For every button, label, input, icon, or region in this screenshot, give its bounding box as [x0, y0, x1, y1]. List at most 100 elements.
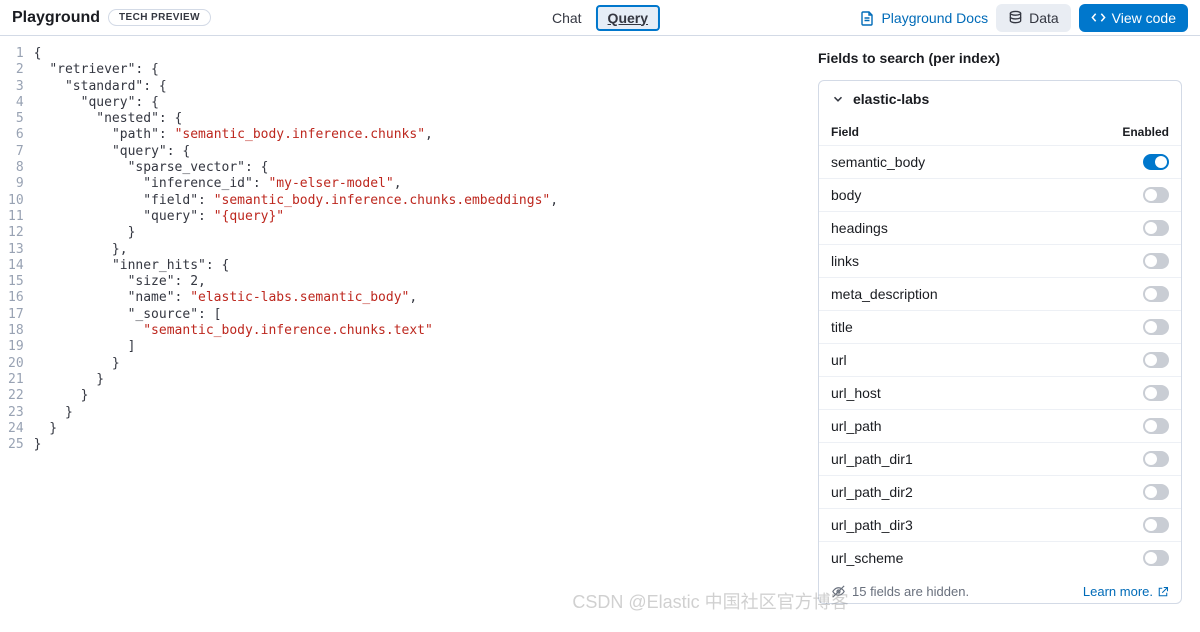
code-line[interactable]: "standard": { — [34, 79, 800, 95]
code-line[interactable]: "query": { — [34, 95, 800, 111]
tab-chat[interactable]: Chat — [540, 6, 594, 30]
index-accordion-header[interactable]: elastic-labs — [819, 81, 1181, 117]
fields-footer: 15 fields are hidden. Learn more. — [819, 574, 1181, 603]
field-toggle[interactable] — [1143, 286, 1169, 302]
code-line[interactable]: ] — [34, 339, 800, 355]
field-row: links — [819, 245, 1181, 278]
code-line[interactable]: "sparse_vector": { — [34, 160, 800, 176]
field-row: url_host — [819, 377, 1181, 410]
view-tabs: Chat Query — [540, 5, 660, 31]
code-line[interactable]: "query": { — [34, 144, 800, 160]
data-button[interactable]: Data — [996, 4, 1071, 32]
code-line[interactable]: "inference_id": "my-elser-model", — [34, 176, 800, 192]
field-toggle[interactable] — [1143, 451, 1169, 467]
line-number: 13 — [8, 242, 24, 258]
code-line[interactable]: } — [34, 356, 800, 372]
line-number: 8 — [8, 160, 24, 176]
field-name: meta_description — [831, 286, 938, 302]
code-line[interactable]: } — [34, 225, 800, 241]
field-toggle[interactable] — [1143, 154, 1169, 170]
field-row: title — [819, 311, 1181, 344]
line-number: 22 — [8, 388, 24, 404]
field-row: url_path — [819, 410, 1181, 443]
line-number: 2 — [8, 62, 24, 78]
line-number: 4 — [8, 95, 24, 111]
line-number: 23 — [8, 405, 24, 421]
code-body[interactable]: { "retriever": { "standard": { "query": … — [34, 46, 800, 632]
code-line[interactable]: }, — [34, 242, 800, 258]
code-line[interactable]: } — [34, 372, 800, 388]
code-line[interactable]: "_source": [ — [34, 307, 800, 323]
field-name: body — [831, 187, 861, 203]
code-line[interactable]: "size": 2, — [34, 274, 800, 290]
field-toggle[interactable] — [1143, 517, 1169, 533]
code-line[interactable]: "name": "elastic-labs.semantic_body", — [34, 290, 800, 306]
hidden-fields-text: 15 fields are hidden. — [852, 584, 969, 599]
field-toggle[interactable] — [1143, 550, 1169, 566]
code-icon — [1091, 10, 1106, 25]
code-line[interactable]: } — [34, 421, 800, 437]
code-line[interactable]: } — [34, 437, 800, 453]
field-name: semantic_body — [831, 154, 925, 170]
field-name: url_path_dir2 — [831, 484, 913, 500]
field-name: url_host — [831, 385, 881, 401]
code-line[interactable]: } — [34, 405, 800, 421]
field-name: url — [831, 352, 847, 368]
tab-query[interactable]: Query — [596, 5, 660, 31]
view-code-button[interactable]: View code — [1079, 4, 1188, 32]
main-content: 1234567891011121314151617181920212223242… — [0, 36, 1200, 632]
line-gutter: 1234567891011121314151617181920212223242… — [0, 46, 34, 632]
code-line[interactable]: "retriever": { — [34, 62, 800, 78]
page-title: Playground — [12, 9, 100, 27]
learn-more-label: Learn more. — [1083, 584, 1153, 599]
col-field-label: Field — [831, 125, 859, 139]
code-line[interactable]: "semantic_body.inference.chunks.text" — [34, 323, 800, 339]
top-bar: Playground TECH PREVIEW Chat Query Playg… — [0, 0, 1200, 36]
field-row: url_path_dir1 — [819, 443, 1181, 476]
learn-more-link[interactable]: Learn more. — [1083, 584, 1169, 599]
field-toggle[interactable] — [1143, 484, 1169, 500]
code-line[interactable]: "field": "semantic_body.inference.chunks… — [34, 193, 800, 209]
code-line[interactable]: "inner_hits": { — [34, 258, 800, 274]
fields-table-head: Field Enabled — [819, 117, 1181, 146]
field-toggle[interactable] — [1143, 385, 1169, 401]
code-line[interactable]: "query": "{query}" — [34, 209, 800, 225]
code-line[interactable]: "nested": { — [34, 111, 800, 127]
field-toggle[interactable] — [1143, 220, 1169, 236]
field-name: headings — [831, 220, 888, 236]
line-number: 12 — [8, 225, 24, 241]
field-row: body — [819, 179, 1181, 212]
external-link-icon — [1157, 586, 1169, 598]
line-number: 21 — [8, 372, 24, 388]
field-name: links — [831, 253, 859, 269]
field-name: url_path_dir3 — [831, 517, 913, 533]
index-accordion: elastic-labs Field Enabled semantic_body… — [818, 80, 1182, 604]
database-icon — [1008, 10, 1023, 25]
fields-panel-title: Fields to search (per index) — [818, 50, 1182, 66]
field-toggle[interactable] — [1143, 319, 1169, 335]
line-number: 17 — [8, 307, 24, 323]
line-number: 16 — [8, 290, 24, 306]
field-row: url — [819, 344, 1181, 377]
field-toggle[interactable] — [1143, 352, 1169, 368]
line-number: 10 — [8, 193, 24, 209]
line-number: 3 — [8, 79, 24, 95]
field-name: url_path_dir1 — [831, 451, 913, 467]
data-button-label: Data — [1029, 10, 1059, 26]
index-name: elastic-labs — [853, 91, 929, 107]
playground-docs-link[interactable]: Playground Docs — [859, 10, 988, 26]
field-toggle[interactable] — [1143, 253, 1169, 269]
field-toggle[interactable] — [1143, 418, 1169, 434]
code-line[interactable]: "path": "semantic_body.inference.chunks"… — [34, 127, 800, 143]
eye-off-icon — [831, 584, 846, 599]
chevron-down-icon — [831, 92, 845, 106]
field-toggle[interactable] — [1143, 187, 1169, 203]
line-number: 1 — [8, 46, 24, 62]
line-number: 6 — [8, 127, 24, 143]
col-enabled-label: Enabled — [1122, 125, 1169, 139]
code-line[interactable]: } — [34, 388, 800, 404]
field-row: url_path_dir2 — [819, 476, 1181, 509]
code-line[interactable]: { — [34, 46, 800, 62]
code-editor[interactable]: 1234567891011121314151617181920212223242… — [0, 36, 800, 632]
field-row: url_scheme — [819, 542, 1181, 574]
